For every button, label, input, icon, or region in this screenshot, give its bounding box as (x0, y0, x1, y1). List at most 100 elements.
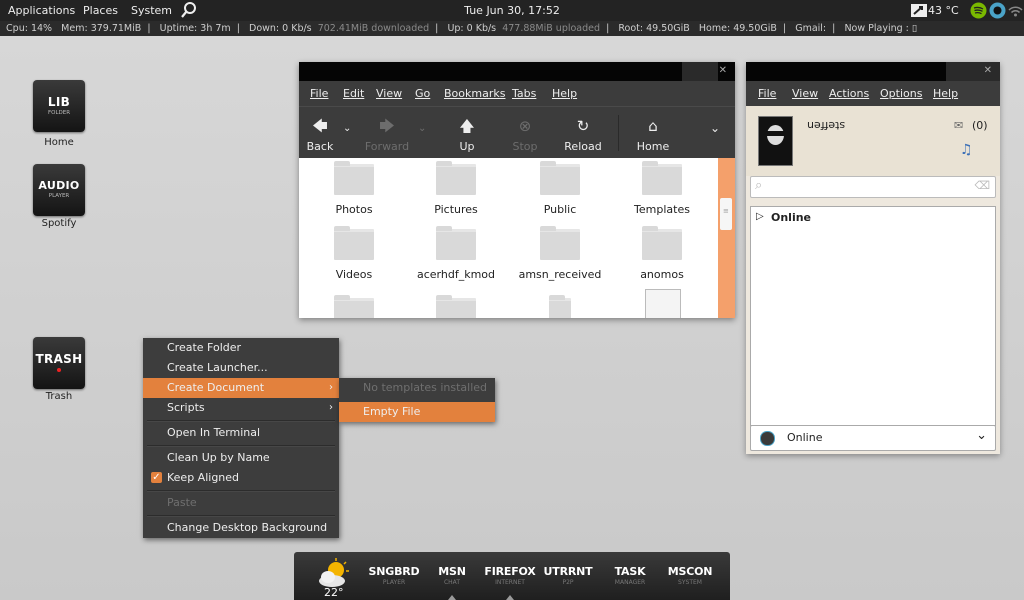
close-icon[interactable]: ✕ (719, 65, 727, 76)
chat-menu-file[interactable]: File (758, 87, 776, 100)
file-manager-titlebar[interactable]: ✕ (299, 62, 735, 81)
top-panel: Applications Places System Tue Jun 30, 1… (0, 0, 1024, 21)
scrollbar[interactable]: ≡ (718, 158, 735, 318)
uptime-label: Uptime: (159, 23, 198, 34)
root-label: Root: (618, 23, 644, 34)
dock-item-firefox[interactable]: FIREFOX INTERNET (480, 565, 540, 600)
menu-scripts[interactable]: Scripts › (143, 398, 339, 418)
menu-edit[interactable]: Edit (343, 87, 364, 100)
chat-menu-options[interactable]: Options (880, 87, 922, 100)
folder-item[interactable]: Templates (619, 161, 705, 216)
menu-create-folder[interactable]: Create Folder (143, 338, 339, 358)
folder-item[interactable]: Pictures (413, 161, 499, 216)
folder-icon (334, 295, 374, 318)
applications-menu[interactable]: Applications (8, 0, 75, 21)
mem-value: 379.71MiB (90, 23, 142, 34)
forward-button[interactable]: 🡆 Forward (364, 117, 410, 153)
menu-create-document[interactable]: Create Document › (143, 378, 339, 398)
chat-titlebar[interactable]: ✕ (746, 62, 1000, 81)
menu-clean-up[interactable]: Clean Up by Name (143, 448, 339, 468)
menu-help[interactable]: Help (552, 87, 577, 100)
system-monitor-bar: Cpu: 14% Mem: 379.71MiB | Uptime: 3h 7m … (0, 21, 1024, 36)
avatar[interactable] (758, 116, 793, 166)
folder-icon (540, 226, 580, 260)
menu-change-background[interactable]: Change Desktop Background (143, 518, 339, 538)
dock-item-sublabel: P2P (562, 579, 574, 586)
folder-item[interactable] (311, 295, 397, 318)
wifi-icon[interactable] (1007, 2, 1024, 19)
close-icon[interactable]: ✕ (984, 65, 992, 76)
search-icon[interactable] (180, 1, 198, 19)
clear-search-icon[interactable]: ⌫ (974, 179, 990, 192)
spotify-icon[interactable] (970, 2, 987, 19)
status-selector[interactable]: Online ⌄ (750, 425, 996, 451)
chat-status-icon[interactable] (989, 2, 1006, 19)
music-note-icon[interactable]: ♫ (960, 142, 973, 158)
home-folder-icon[interactable]: LIB FOLDER (33, 80, 85, 132)
dock-item-sublabel: SYSTEM (678, 579, 702, 586)
group-expand-icon[interactable]: ▷ (756, 211, 764, 222)
menu-go[interactable]: Go (415, 87, 430, 100)
menu-view[interactable]: View (376, 87, 402, 100)
menu-file[interactable]: File (310, 87, 328, 100)
up-button[interactable]: 🡅 Up (444, 117, 490, 153)
display-name[interactable]: steffen (807, 119, 845, 132)
folder-item[interactable] (517, 295, 603, 318)
contact-group-online[interactable]: Online (771, 211, 811, 224)
submenu-arrow-icon: › (329, 382, 333, 393)
home-button[interactable]: ⌂ Home (630, 117, 676, 153)
folder-item[interactable] (413, 295, 499, 318)
menu-tabs[interactable]: Tabs (512, 87, 536, 100)
menu-open-terminal[interactable]: Open In Terminal (143, 423, 339, 443)
chat-menu-help[interactable]: Help (933, 87, 958, 100)
back-history-chevron-icon[interactable]: ⌄ (343, 123, 351, 134)
reload-icon: ↻ (576, 117, 590, 135)
toolbar-overflow-chevron-icon[interactable]: ⌄ (710, 121, 720, 135)
toolbar-separator (618, 115, 619, 151)
menu-paste[interactable]: Paste (143, 493, 339, 513)
mail-icon[interactable]: ✉ (954, 119, 963, 132)
gmail-label: Gmail: (795, 23, 827, 34)
folder-item[interactable]: Videos (311, 226, 397, 281)
stop-button[interactable]: ⊗ Stop (502, 117, 548, 153)
dock-item-mscon[interactable]: MSCON SYSTEM (660, 565, 720, 586)
trash-desktop-icon[interactable]: TRASH (33, 337, 85, 389)
places-menu[interactable]: Places (83, 0, 118, 21)
trash-icon-label[interactable]: Trash (19, 391, 99, 402)
menu-keep-aligned[interactable]: ✓ Keep Aligned (143, 468, 339, 488)
folder-icon (436, 226, 476, 260)
chat-menu-view[interactable]: View (792, 87, 818, 100)
scrollbar-thumb[interactable]: ≡ (720, 198, 732, 230)
system-menu[interactable]: System (131, 0, 172, 21)
dock-item-utorrent[interactable]: UTRRNT P2P (538, 565, 598, 586)
cpu-value: 14% (30, 23, 53, 34)
profile-area: steffen ✉ (0) ♫ (746, 106, 1000, 176)
dock-item-msn[interactable]: MSN CHAT (422, 565, 482, 600)
back-button[interactable]: 🡄 Back (297, 117, 343, 153)
contact-search-input[interactable]: ⌕ ⌫ (750, 176, 996, 198)
menu-separator (147, 515, 335, 517)
menu-bookmarks[interactable]: Bookmarks (444, 87, 505, 100)
submenu-arrow-icon: › (329, 402, 333, 413)
dock-item-task-manager[interactable]: TASK MANAGER (600, 565, 660, 586)
folder-item[interactable]: Public (517, 161, 603, 216)
folder-item[interactable]: acerhdf_kmod (413, 226, 499, 281)
folder-item[interactable]: amsn_received (517, 226, 603, 281)
menu-create-launcher[interactable]: Create Launcher... (143, 358, 339, 378)
spotify-icon-label[interactable]: Spotify (19, 218, 99, 229)
spotify-desktop-icon[interactable]: AUDIO PLAYER (33, 164, 85, 216)
home-icon-label[interactable]: Home (19, 137, 99, 148)
clock[interactable]: Tue Jun 30, 17:52 (464, 4, 560, 17)
folder-item[interactable]: anomos (619, 226, 705, 281)
chat-menu-actions[interactable]: Actions (829, 87, 869, 100)
folder-label: Photos (335, 203, 373, 216)
forward-history-chevron-icon[interactable]: ⌄ (418, 123, 426, 134)
cpu-label: Cpu: (6, 23, 28, 34)
folder-item[interactable]: Photos (311, 161, 397, 216)
dock-item-songbird[interactable]: SNGBRD PLAYER (364, 565, 424, 586)
document-icon[interactable] (645, 289, 681, 318)
menu-empty-file[interactable]: Empty File (339, 402, 495, 422)
reload-button[interactable]: ↻ Reload (560, 117, 606, 153)
folder-label: Pictures (434, 203, 478, 216)
display-icon[interactable] (910, 2, 928, 19)
